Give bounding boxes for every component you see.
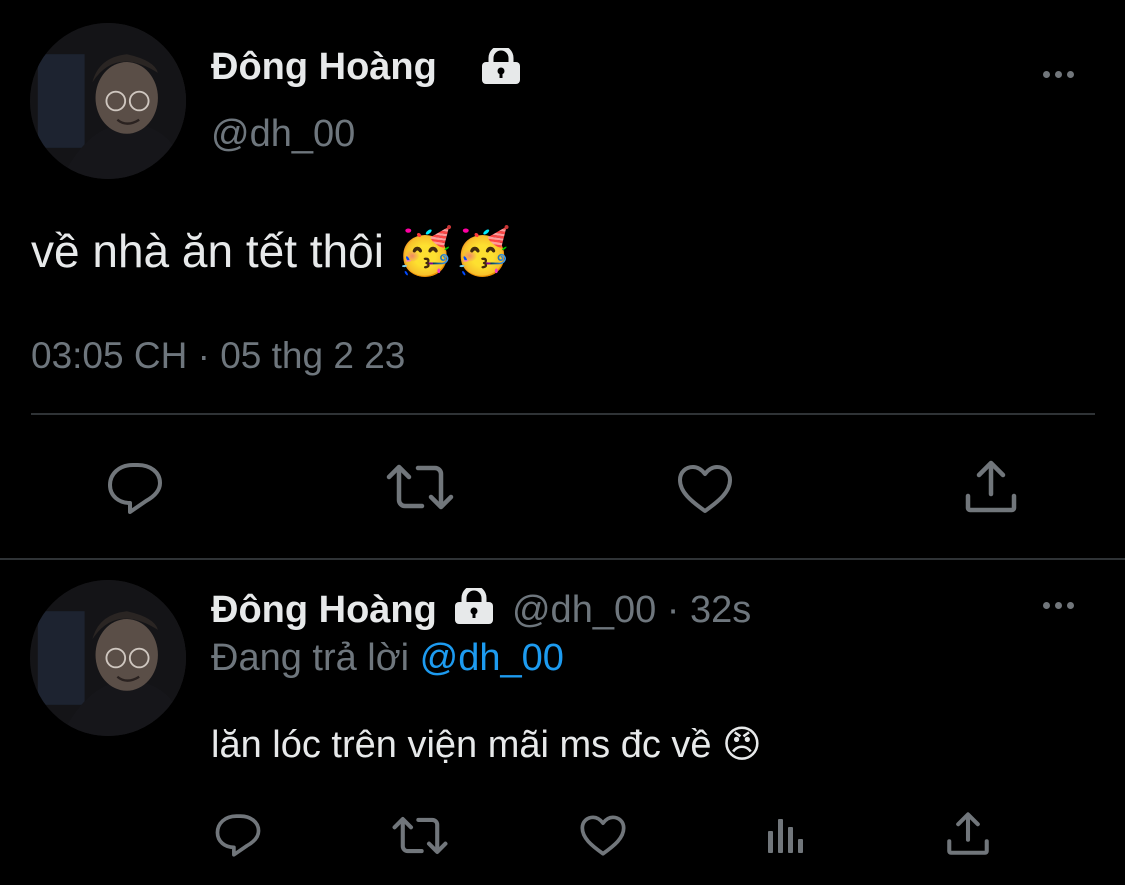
reply-header: Đông Hoàng @dh_00 · 32s bbox=[211, 588, 751, 632]
share-icon bbox=[965, 460, 1017, 513]
reply-avatar[interactable] bbox=[30, 580, 186, 736]
tweet-timestamp[interactable]: 03:05 CH · 05 thg 2 23 bbox=[31, 334, 405, 378]
share-button[interactable] bbox=[964, 460, 1018, 514]
reply-icon bbox=[215, 814, 261, 857]
party-face-emoji: 🥳🥳 bbox=[396, 224, 512, 278]
retweet-icon bbox=[392, 817, 448, 854]
reply-tweet-text: lăn lóc trên viện mãi ms đc về 😠 bbox=[211, 721, 762, 768]
like-button[interactable] bbox=[676, 463, 734, 515]
reply-button[interactable] bbox=[106, 460, 164, 516]
lock-icon bbox=[453, 588, 495, 624]
lock-icon bbox=[480, 48, 522, 84]
angry-face-emoji: 😠 bbox=[722, 722, 762, 766]
share-icon bbox=[947, 812, 989, 855]
share-button[interactable] bbox=[946, 812, 990, 856]
author-name[interactable]: Đông Hoàng bbox=[211, 45, 437, 89]
retweet-button[interactable] bbox=[392, 815, 448, 856]
section-divider bbox=[0, 558, 1125, 560]
tweet-text-body: về nhà ăn tết thôi bbox=[31, 225, 384, 277]
author-handle[interactable]: @dh_00 bbox=[211, 112, 355, 156]
heart-icon bbox=[678, 465, 732, 513]
analytics-button[interactable] bbox=[766, 815, 806, 855]
reply-author-name[interactable]: Đông Hoàng bbox=[211, 589, 437, 631]
reply-button[interactable] bbox=[214, 812, 262, 858]
retweet-icon bbox=[386, 464, 454, 510]
avatar-photo bbox=[30, 580, 186, 736]
reply-text-body: lăn lóc trên viện mãi ms đc về bbox=[211, 724, 712, 766]
more-icon[interactable] bbox=[1043, 71, 1074, 78]
replying-to-label: Đang trả lời bbox=[211, 637, 410, 679]
replying-to-mention[interactable]: @dh_00 bbox=[420, 637, 564, 679]
analytics-icon bbox=[768, 819, 803, 853]
heart-icon bbox=[580, 815, 626, 856]
avatar-photo bbox=[30, 23, 186, 179]
retweet-button[interactable] bbox=[386, 462, 454, 512]
reply-more-icon[interactable] bbox=[1043, 602, 1074, 609]
replying-to: Đang trả lời @dh_00 bbox=[211, 636, 564, 680]
reply-time[interactable]: · 32s bbox=[667, 589, 751, 631]
like-button[interactable] bbox=[579, 814, 627, 857]
reply-author-handle[interactable]: @dh_00 bbox=[512, 589, 656, 631]
divider bbox=[31, 413, 1095, 415]
reply-icon bbox=[108, 463, 162, 514]
tweet-text: về nhà ăn tết thôi 🥳🥳 bbox=[31, 224, 511, 278]
avatar[interactable] bbox=[30, 23, 186, 179]
